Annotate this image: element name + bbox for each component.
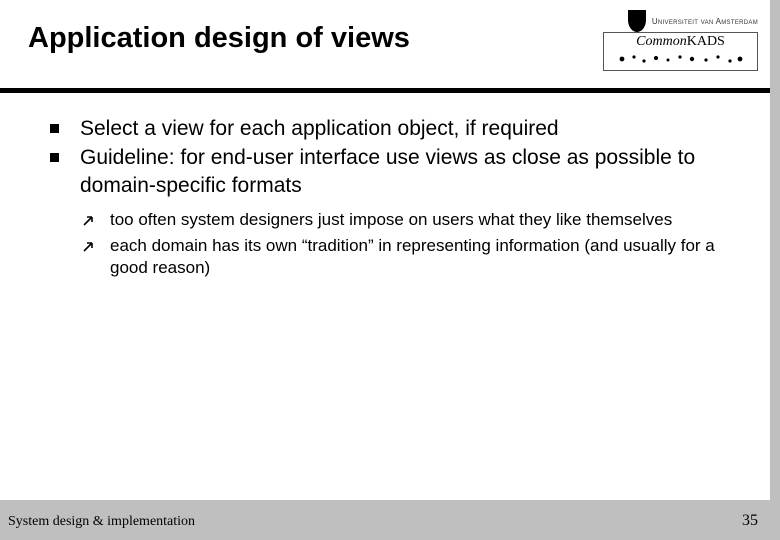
list-item: Select a view for each application objec… (44, 115, 734, 142)
page-number: 35 (742, 512, 758, 530)
footer-text: System design & implementation (8, 514, 195, 530)
slide-body: Select a view for each application objec… (44, 115, 734, 283)
uva-label: Universiteit van Amsterdam (652, 17, 758, 26)
slide: Application design of views Universiteit… (0, 0, 780, 540)
bullet-text: too often system designers just impose o… (110, 210, 672, 229)
arrow-up-right-icon (82, 237, 96, 251)
commonkads-dots-icon (610, 52, 751, 66)
list-item: too often system designers just impose o… (80, 209, 734, 231)
commonkads-logo-row: CommonKADS (588, 36, 758, 66)
arrow-up-right-icon (82, 211, 96, 225)
ck-italic: KADS (687, 34, 725, 49)
bullet-list-level1: Select a view for each application objec… (44, 115, 734, 279)
slide-header: Application design of views Universiteit… (0, 0, 770, 88)
uva-crest-icon (628, 10, 646, 32)
bullet-text: each domain has its own “tradition” in r… (110, 236, 715, 277)
bullet-text: Select a view for each application objec… (80, 117, 559, 140)
commonkads-name: CommonKADS (610, 35, 751, 49)
bullet-text: Guideline: for end-user interface use vi… (80, 146, 695, 196)
page-title: Application design of views (28, 22, 410, 55)
right-border-strip (770, 0, 780, 540)
list-item: Guideline: for end-user interface use vi… (44, 144, 734, 279)
footer-strip: System design & implementation 35 (0, 500, 780, 540)
header-logos: Universiteit van Amsterdam CommonKADS (588, 6, 758, 66)
bullet-list-level2: too often system designers just impose o… (80, 209, 734, 279)
header-divider (0, 88, 770, 93)
list-item: each domain has its own “tradition” in r… (80, 235, 734, 279)
commonkads-logo: CommonKADS (603, 32, 758, 71)
ck-plain: Common (636, 34, 687, 49)
